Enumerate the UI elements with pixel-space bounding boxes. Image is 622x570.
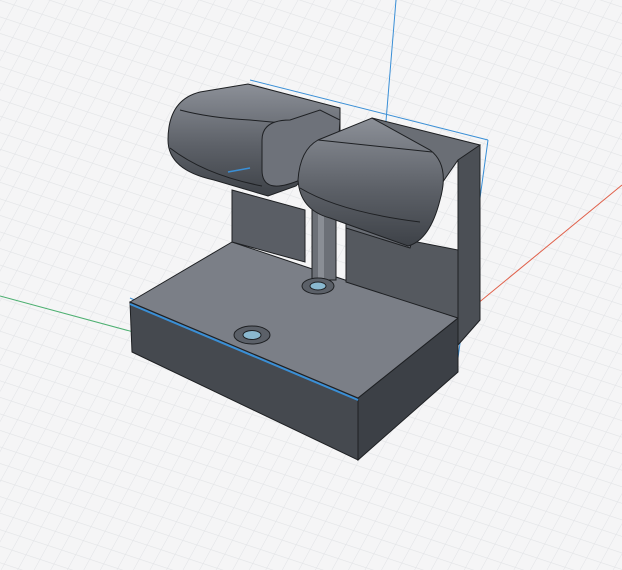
viewport-canvas[interactable] xyxy=(0,0,622,570)
mounting-hole-front[interactable] xyxy=(233,325,271,345)
wall-side-face[interactable] xyxy=(457,144,481,347)
3d-viewport[interactable] xyxy=(0,0,622,570)
mounting-hole-rear[interactable] xyxy=(301,277,335,295)
